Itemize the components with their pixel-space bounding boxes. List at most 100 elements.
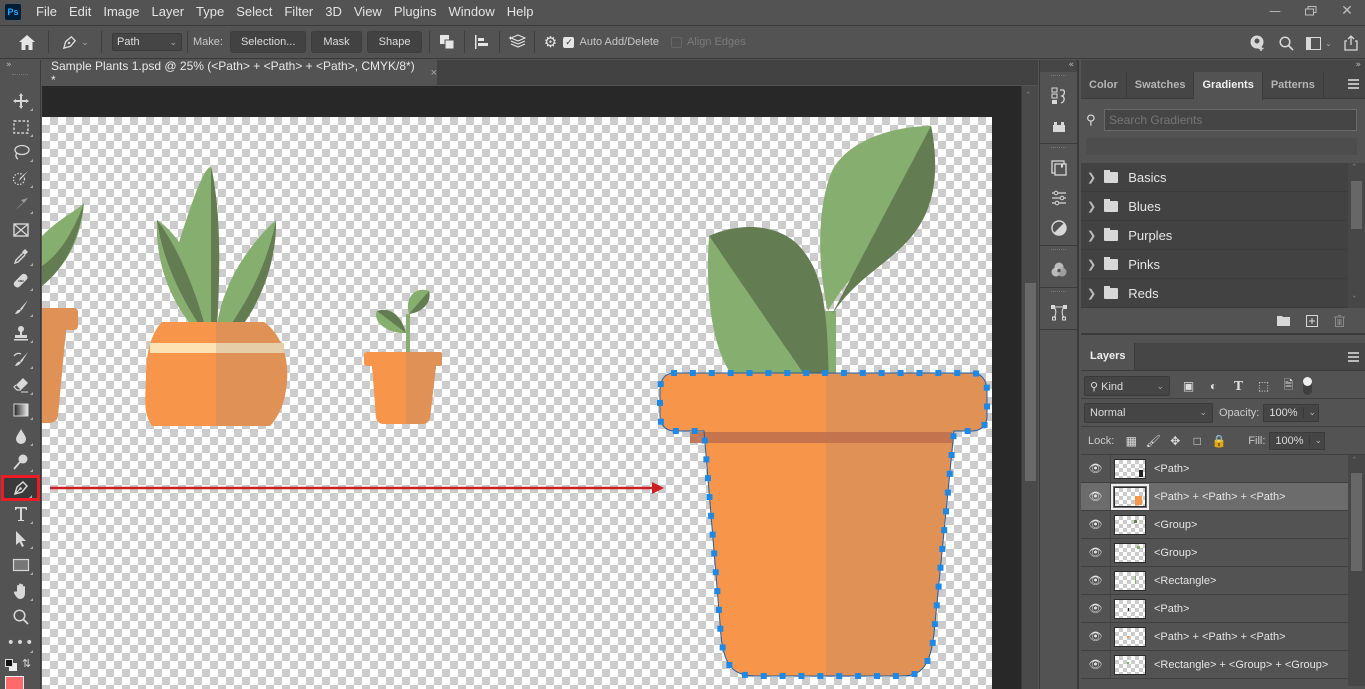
path-anchor-point[interactable] [933, 602, 940, 609]
close-document-icon[interactable]: × [431, 67, 437, 79]
path-anchor-point[interactable] [760, 673, 767, 679]
history-panel-button[interactable] [1040, 81, 1077, 111]
path-anchor-point[interactable] [704, 475, 711, 482]
path-anchor-point[interactable] [941, 527, 948, 534]
path-alignment-button[interactable] [467, 28, 497, 56]
path-anchor-point[interactable] [798, 673, 805, 679]
canvas-vertical-scrollbar[interactable]: ˆ [1021, 86, 1038, 689]
path-anchor-point[interactable] [746, 370, 753, 376]
path-anchor-point[interactable] [924, 657, 931, 664]
menu-image[interactable]: Image [97, 0, 145, 24]
path-anchor-point[interactable] [701, 437, 708, 444]
adjustments-panel-button[interactable] [1040, 183, 1077, 213]
search-gradients-input[interactable] [1104, 109, 1357, 131]
layers-menu-icon[interactable] [1348, 352, 1359, 362]
marquee-tool[interactable] [0, 114, 41, 140]
lock-artboard-icon[interactable]: □ [1186, 434, 1208, 448]
chevron-down-icon[interactable]: ⌄ [1308, 435, 1324, 446]
visibility-eye-icon[interactable]: 👁 [1081, 510, 1111, 539]
path-anchor-point[interactable] [954, 370, 961, 376]
move-tool[interactable] [0, 88, 41, 114]
gradient-tool[interactable] [0, 398, 41, 424]
path-anchor-point[interactable] [916, 370, 923, 376]
share-user-button[interactable] [1243, 29, 1272, 57]
workspace-button[interactable]: ⌄ [1301, 29, 1337, 57]
clone-stamp-tool[interactable] [0, 320, 41, 346]
filter-pixel-icon[interactable]: ▣ [1176, 379, 1201, 393]
path-anchor-point[interactable] [765, 370, 772, 376]
menu-layer[interactable]: Layer [146, 0, 191, 24]
scroll-up-icon[interactable]: ˆ [1026, 92, 1031, 102]
filter-shape-icon[interactable]: ⬚ [1251, 379, 1276, 393]
properties-panel-button[interactable] [1040, 213, 1077, 243]
tool-preset-picker[interactable]: ⌄ [55, 28, 95, 56]
path-anchor-point[interactable] [929, 639, 936, 646]
layer-row[interactable]: 👁 <Rectangle> [1081, 566, 1348, 595]
path-anchor-point[interactable] [712, 569, 719, 576]
layer-row[interactable]: 👁 <Group> [1081, 538, 1348, 567]
visibility-eye-icon[interactable]: 👁 [1081, 538, 1111, 567]
menu-select[interactable]: Select [230, 0, 278, 24]
path-anchor-point[interactable] [715, 606, 722, 613]
path-anchor-point[interactable] [855, 673, 862, 679]
path-anchor-point[interactable] [937, 564, 944, 571]
selected-pot-path[interactable] [657, 370, 990, 679]
tab-swatches[interactable]: Swatches [1127, 72, 1195, 98]
path-anchor-point[interactable] [946, 470, 953, 477]
gradient-folder-purples[interactable]: ❯ Purples [1081, 221, 1347, 250]
layer-row[interactable]: 👁 <Path> + <Path> + <Path> [1081, 622, 1348, 651]
paths-panel-button[interactable] [1040, 297, 1077, 327]
rectangle-tool[interactable] [0, 552, 41, 578]
filter-type-icon[interactable]: T [1226, 379, 1251, 393]
fill-field[interactable]: 100% ⌄ [1269, 431, 1325, 450]
lock-all-icon[interactable]: 🔒 [1208, 434, 1230, 448]
path-anchor-point[interactable] [657, 381, 664, 388]
filter-toggle-switch[interactable] [1303, 377, 1312, 395]
path-selection-tool[interactable] [0, 527, 41, 553]
minimize-button[interactable]: — [1257, 0, 1293, 22]
layer-row[interactable]: 👁 <Group> [1081, 510, 1348, 539]
layer-row[interactable]: 👁 <Path> [1081, 594, 1348, 623]
collapse-dock-icon[interactable]: « [1040, 60, 1077, 72]
path-anchor-point[interactable] [741, 671, 748, 678]
path-anchor-point[interactable] [944, 489, 951, 496]
align-edges-checkbox[interactable] [671, 36, 682, 48]
tab-layers[interactable]: Layers [1081, 343, 1136, 370]
path-anchor-point[interactable] [691, 428, 698, 434]
path-anchor-point[interactable] [779, 673, 786, 679]
make-shape-button[interactable]: Shape [366, 31, 423, 53]
healing-brush-tool[interactable] [0, 269, 41, 295]
gradient-folder-basics[interactable]: ❯ Basics [1081, 163, 1347, 192]
auto-add-delete-checkbox[interactable]: ✓ [563, 36, 575, 48]
lasso-tool[interactable] [0, 140, 41, 166]
dodge-tool[interactable] [0, 449, 41, 475]
scroll-up-icon[interactable]: ˆ [1352, 457, 1357, 467]
close-window-button[interactable]: ✕ [1329, 0, 1365, 22]
history-brush-tool[interactable] [0, 346, 41, 372]
share-button[interactable] [1337, 29, 1365, 57]
path-anchor-point[interactable] [719, 644, 726, 651]
path-anchor-point[interactable] [948, 452, 955, 459]
path-anchor-point[interactable] [874, 673, 881, 679]
toolbar-grip[interactable] [12, 74, 28, 84]
path-operations-button[interactable] [432, 28, 462, 56]
swap-colors-icon[interactable]: ⇅ [22, 657, 31, 670]
foreground-color-swatch[interactable] [5, 658, 13, 667]
scrollbar-thumb[interactable] [1351, 181, 1362, 229]
brush-tool[interactable] [0, 294, 41, 320]
path-anchor-point[interactable] [911, 671, 918, 678]
path-anchor-point[interactable] [983, 384, 990, 391]
canvas-area[interactable] [42, 86, 1022, 689]
filter-smart-object-icon[interactable]: 🗎 [1276, 376, 1301, 397]
channels-panel-button[interactable] [1040, 255, 1077, 285]
path-anchor-point[interactable] [981, 421, 988, 428]
scrollbar-thumb[interactable] [1025, 283, 1036, 481]
scroll-down-icon[interactable]: ˇ [1352, 296, 1357, 306]
filter-adjustment-icon[interactable]: ◐ [1201, 379, 1226, 393]
document-tab[interactable]: Sample Plants 1.psd @ 25% (<Path> + <Pat… [42, 59, 437, 87]
quick-selection-tool[interactable] [0, 165, 41, 191]
zoom-tool[interactable] [0, 604, 41, 630]
visibility-eye-icon[interactable]: 👁 [1081, 482, 1111, 511]
path-anchor-point[interactable] [726, 661, 733, 668]
chevron-down-icon[interactable]: ⌄ [1302, 407, 1318, 418]
